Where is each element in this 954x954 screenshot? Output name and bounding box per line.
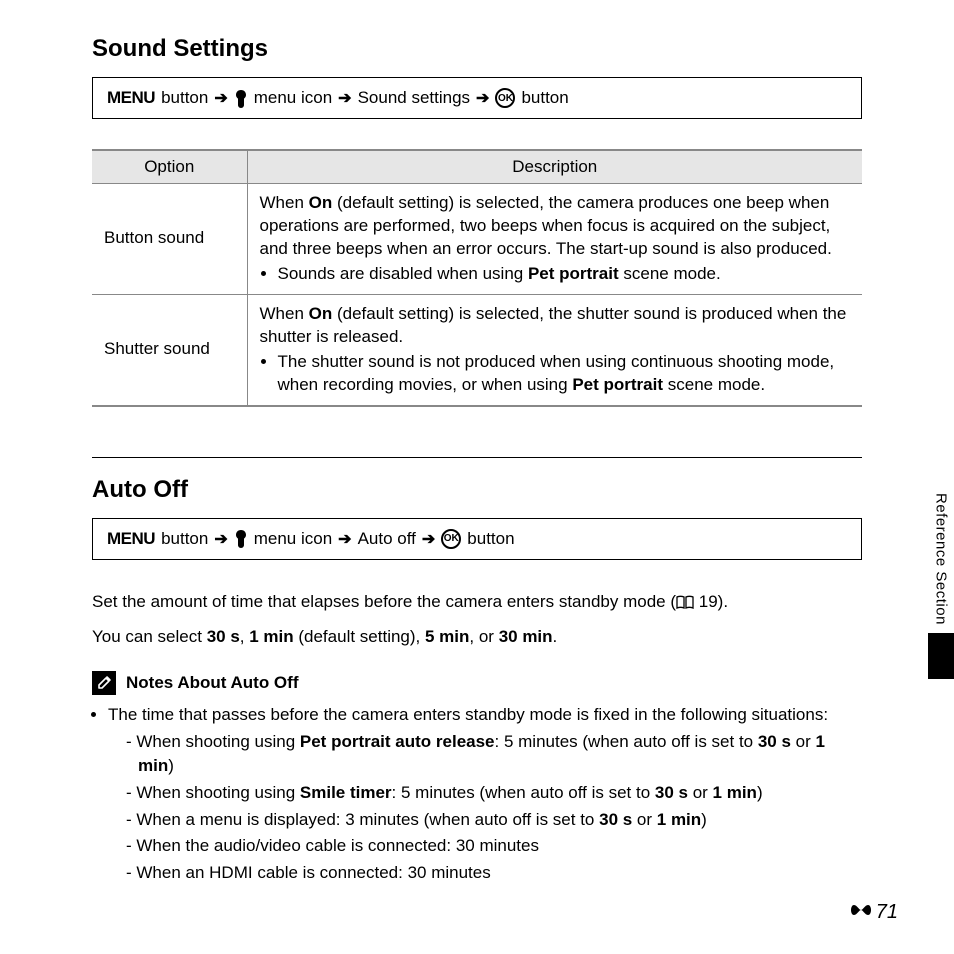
arrow-icon: ➔	[338, 529, 351, 549]
wrench-icon	[234, 529, 248, 549]
auto-off-intro-2: You can select 30 s, 1 min (default sett…	[92, 625, 862, 649]
table-row: Button sound When On (default setting) i…	[92, 184, 862, 295]
table-header-description: Description	[247, 150, 862, 184]
dash-item: - When a menu is displayed: 3 minutes (w…	[126, 808, 862, 833]
table-header-option: Option	[92, 150, 247, 184]
ok-icon: OK	[441, 529, 461, 549]
arrow-icon: ➔	[422, 529, 435, 549]
heading-auto-off: Auto Off	[92, 476, 862, 504]
menu-word: MENU	[107, 88, 155, 108]
arrow-icon: ➔	[338, 88, 351, 108]
note-item: The time that passes before the camera e…	[108, 703, 862, 885]
pencil-icon	[92, 671, 116, 695]
page-number: 71	[848, 901, 898, 924]
breadcrumb-auto-off: MENU button ➔ menu icon ➔ Auto off ➔ OK …	[92, 518, 862, 560]
side-section-label: Reference Section	[929, 485, 954, 633]
notes-header: Notes About Auto Off	[92, 671, 862, 695]
arrow-icon: ➔	[214, 88, 227, 108]
nav-text: button	[161, 88, 208, 108]
nav-text: Auto off	[358, 529, 416, 549]
arrow-icon: ➔	[476, 88, 489, 108]
sound-settings-table: Option Description Button sound When On …	[92, 149, 862, 407]
nav-text: menu icon	[254, 88, 332, 108]
notes-title: Notes About Auto Off	[126, 673, 298, 693]
option-cell: Button sound	[92, 184, 247, 295]
book-icon	[676, 592, 694, 616]
nav-text: Sound settings	[358, 88, 470, 108]
description-cell: When On (default setting) is selected, t…	[247, 294, 862, 405]
link-icon	[848, 901, 874, 924]
breadcrumb-sound-settings: MENU button ➔ menu icon ➔ Sound settings…	[92, 77, 862, 119]
menu-word: MENU	[107, 529, 155, 549]
dash-item: - When an HDMI cable is connected: 30 mi…	[126, 861, 862, 886]
heading-sound-settings: Sound Settings	[92, 35, 862, 63]
nav-text: menu icon	[254, 529, 332, 549]
wrench-icon	[234, 88, 248, 108]
dash-item: - When the audio/video cable is connecte…	[126, 834, 862, 859]
nav-text: button	[467, 529, 514, 549]
side-tab-marker	[928, 633, 954, 679]
dash-item: - When shooting using Pet portrait auto …	[126, 730, 862, 779]
ok-icon: OK	[495, 88, 515, 108]
nav-text: button	[161, 529, 208, 549]
description-cell: When On (default setting) is selected, t…	[247, 184, 862, 295]
table-row: Shutter sound When On (default setting) …	[92, 294, 862, 405]
dash-item: - When shooting using Smile timer: 5 min…	[126, 781, 862, 806]
arrow-icon: ➔	[214, 529, 227, 549]
option-cell: Shutter sound	[92, 294, 247, 405]
nav-text: button	[521, 88, 568, 108]
auto-off-intro-1: Set the amount of time that elapses befo…	[92, 590, 862, 616]
notes-list: The time that passes before the camera e…	[92, 703, 862, 885]
section-divider	[92, 457, 862, 458]
side-tab: Reference Section	[928, 485, 954, 679]
